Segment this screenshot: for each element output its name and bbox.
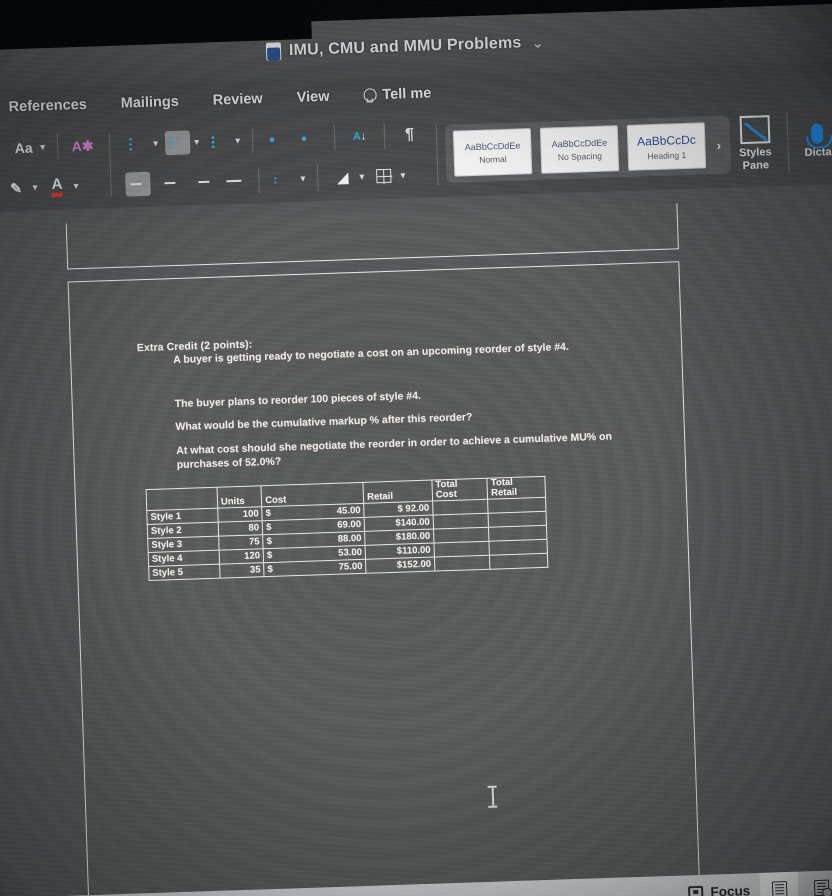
chevron-down-icon[interactable]: ▾ <box>300 173 305 184</box>
microphone-icon <box>811 123 824 144</box>
paragraph-group: ▾ ▾ ▾ A↓ ¶ ↕ ▾ ◢ ▾ ▾ <box>117 112 430 208</box>
line-spacing-icon[interactable]: ↕ <box>271 167 297 192</box>
style-normal[interactable]: AaBbCcDdEe Normal <box>452 128 533 177</box>
justify-icon[interactable] <box>221 169 247 194</box>
multilevel-list-icon[interactable] <box>206 129 232 154</box>
align-right-icon[interactable] <box>189 170 215 195</box>
tell-me-button[interactable]: Tell me <box>363 85 431 103</box>
bullet-list-icon[interactable] <box>124 132 150 157</box>
divider <box>316 165 319 192</box>
styles-cost-table[interactable]: Units Cost Retail Total Cost Total Retai… <box>146 476 549 582</box>
chevron-down-icon[interactable]: ▾ <box>400 170 405 181</box>
chevron-down-icon[interactable]: ▾ <box>40 142 45 153</box>
lightbulb-icon <box>363 88 374 102</box>
title-chevron-down-icon[interactable]: ⌄ <box>531 34 544 52</box>
cell-units: 75 <box>218 535 264 551</box>
cell-units: 100 <box>217 507 263 523</box>
increase-indent-icon[interactable] <box>297 126 323 151</box>
view-web-layout-button[interactable] <box>802 870 832 896</box>
cell-total-cost[interactable] <box>434 555 491 572</box>
styles-pane-icon <box>739 115 771 145</box>
document-title: IMU, CMU and MMU Problems <box>288 34 522 60</box>
document-canvas[interactable]: Extra Credit (2 points): A buyer is gett… <box>0 183 832 896</box>
group-divider <box>435 123 439 186</box>
tab-review[interactable]: Review <box>212 91 262 109</box>
styles-pane-label-2: Pane <box>742 158 770 172</box>
show-formatting-marks-icon[interactable]: ¶ <box>397 123 423 148</box>
chevron-down-icon[interactable]: ▾ <box>235 135 240 146</box>
chevron-down-icon[interactable]: ▾ <box>153 138 158 149</box>
chevron-down-icon[interactable]: ▾ <box>194 137 199 148</box>
divider <box>383 122 386 149</box>
tab-references[interactable]: References <box>8 97 87 116</box>
text-cursor-ibeam <box>488 786 498 808</box>
view-print-layout-button[interactable] <box>759 871 799 896</box>
focus-label: Focus <box>710 882 751 896</box>
style-no-spacing[interactable]: AaBbCcDdEe No Spacing <box>539 125 620 174</box>
cell-cost: $ 75.00 <box>263 559 367 578</box>
borders-icon[interactable] <box>371 164 397 189</box>
shading-icon[interactable]: ◢ <box>330 165 356 190</box>
focus-mode-icon <box>688 885 704 896</box>
word-document-icon <box>265 42 282 61</box>
focus-mode-button[interactable]: Focus <box>682 883 756 896</box>
divider <box>251 127 254 154</box>
decrease-indent-icon[interactable] <box>265 127 291 152</box>
chevron-down-icon[interactable]: ▾ <box>73 181 78 192</box>
style-heading-1[interactable]: AaBbCcDc Heading 1 <box>626 122 707 171</box>
align-center-icon[interactable] <box>157 171 183 196</box>
numbered-list-icon[interactable] <box>164 130 191 156</box>
cell-units: 120 <box>219 549 264 565</box>
tab-view[interactable]: View <box>296 89 329 106</box>
photographed-screen-container: IMU, CMU and MMU Problems ⌄ t References… <box>0 0 832 896</box>
group-divider <box>786 111 790 174</box>
tab-mailings[interactable]: Mailings <box>121 94 180 112</box>
cell-retail: $152.00 <box>365 557 435 574</box>
cell-total-retail[interactable] <box>489 553 548 570</box>
header-total-retail: Total Retail <box>487 476 546 500</box>
print-layout-icon <box>771 881 787 896</box>
styles-gallery: AaBbCcDdEe Normal AaBbCcDdEe No Spacing … <box>444 115 732 183</box>
chevron-down-icon[interactable]: ▾ <box>32 182 37 193</box>
header-blank <box>146 487 218 511</box>
font-color-button[interactable]: A <box>44 174 70 199</box>
align-left-icon[interactable] <box>125 171 151 197</box>
header-retail: Retail <box>363 479 433 504</box>
word-application-window: IMU, CMU and MMU Problems ⌄ t References… <box>0 3 832 896</box>
chevron-down-icon[interactable]: ▾ <box>359 171 364 182</box>
previous-page-edge <box>65 203 679 270</box>
divider <box>333 124 336 151</box>
cell-units: 35 <box>219 563 265 579</box>
divider <box>257 167 260 194</box>
header-total-cost: Total Cost <box>431 478 488 502</box>
font-group: Aˇ Aa ▾ A✱ A ▾ <box>0 122 103 213</box>
cell-style: Style 5 <box>148 564 220 581</box>
document-body: Extra Credit (2 points): A buyer is gett… <box>137 325 665 806</box>
highlight-icon[interactable]: ✎ <box>3 176 29 201</box>
sort-az-icon[interactable]: A↓ <box>347 124 373 149</box>
web-layout-icon <box>813 879 829 896</box>
gallery-more-chevron-icon[interactable]: › <box>714 137 723 152</box>
change-case-button[interactable]: Aa <box>11 136 37 161</box>
document-page[interactable]: Extra Credit (2 points): A buyer is gett… <box>67 261 703 896</box>
dictate-button[interactable]: Dicta <box>796 123 832 160</box>
header-units: Units <box>216 485 262 509</box>
styles-pane-button[interactable]: Styles Pane <box>730 115 780 173</box>
styles-pane-label-1: Styles <box>739 145 772 160</box>
divider <box>56 133 59 160</box>
tell-me-label: Tell me <box>382 85 432 104</box>
group-divider <box>108 134 112 197</box>
cell-units: 80 <box>218 521 263 537</box>
clear-formatting-icon[interactable]: A✱ <box>70 134 96 159</box>
